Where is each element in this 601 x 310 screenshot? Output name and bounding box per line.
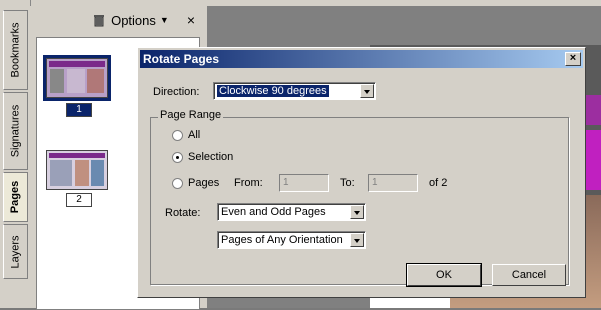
tab-signatures[interactable]: Signatures	[3, 92, 28, 170]
dialog-title-bar: Rotate Pages ×	[140, 50, 583, 68]
from-field[interactable]: 1	[279, 174, 329, 192]
radio-pages[interactable]	[172, 178, 183, 189]
page-count-label: of 2	[429, 177, 448, 189]
orientation-value: Pages of Any Orientation	[221, 234, 343, 246]
direction-label: Direction:	[153, 86, 200, 98]
tab-bookmarks-label: Bookmarks	[9, 22, 22, 78]
navigation-tab-strip: Bookmarks Signatures Pages Layers	[0, 0, 31, 308]
page-range-label: Page Range	[158, 109, 224, 121]
radio-selection[interactable]	[172, 152, 183, 163]
options-menu-button[interactable]: Options	[111, 13, 156, 28]
chevron-down-icon[interactable]	[360, 84, 374, 98]
dialog-close-button[interactable]: ×	[565, 52, 581, 66]
cancel-button[interactable]: Cancel	[492, 264, 566, 286]
to-label: To:	[340, 177, 355, 189]
tab-pages-label: Pages	[9, 180, 22, 214]
chevron-down-icon[interactable]	[350, 205, 364, 219]
page-thumbnail[interactable]	[46, 150, 108, 190]
radio-all[interactable]	[172, 130, 183, 141]
chevron-down-icon[interactable]	[350, 233, 364, 247]
tab-layers-label: Layers	[9, 234, 22, 269]
trash-icon[interactable]	[93, 14, 105, 27]
tab-signatures-label: Signatures	[9, 104, 22, 158]
direction-value: Clockwise 90 degrees	[217, 85, 329, 97]
pages-panel-header: Options ▼ ×	[30, 6, 207, 34]
rotate-select[interactable]: Even and Odd Pages	[217, 203, 366, 221]
rotate-label: Rotate:	[165, 207, 201, 219]
rotate-value: Even and Odd Pages	[221, 206, 326, 218]
radio-pages-label: Pages	[188, 177, 220, 189]
tab-pages[interactable]: Pages	[3, 172, 28, 222]
ok-button[interactable]: OK	[406, 263, 482, 287]
to-field[interactable]: 1	[368, 174, 418, 192]
dialog-title: Rotate Pages	[143, 52, 220, 66]
radio-selection-label: Selection	[188, 151, 234, 163]
from-label: From:	[234, 177, 263, 189]
page-range-group	[150, 117, 569, 285]
page-thumbnail[interactable]	[43, 55, 111, 101]
direction-select[interactable]: Clockwise 90 degrees	[213, 82, 376, 100]
close-panel-button[interactable]: ×	[187, 12, 195, 28]
chevron-down-icon[interactable]: ▼	[160, 15, 169, 25]
page-number-label: 2	[66, 193, 92, 207]
orientation-select[interactable]: Pages of Any Orientation	[217, 231, 366, 249]
tab-bookmarks[interactable]: Bookmarks	[3, 10, 28, 90]
rotate-pages-dialog: Rotate Pages × Direction: Clockwise 90 d…	[137, 47, 586, 298]
radio-all-label: All	[188, 129, 201, 141]
tab-layers[interactable]: Layers	[3, 224, 28, 279]
page-number-label: 1	[66, 103, 92, 117]
